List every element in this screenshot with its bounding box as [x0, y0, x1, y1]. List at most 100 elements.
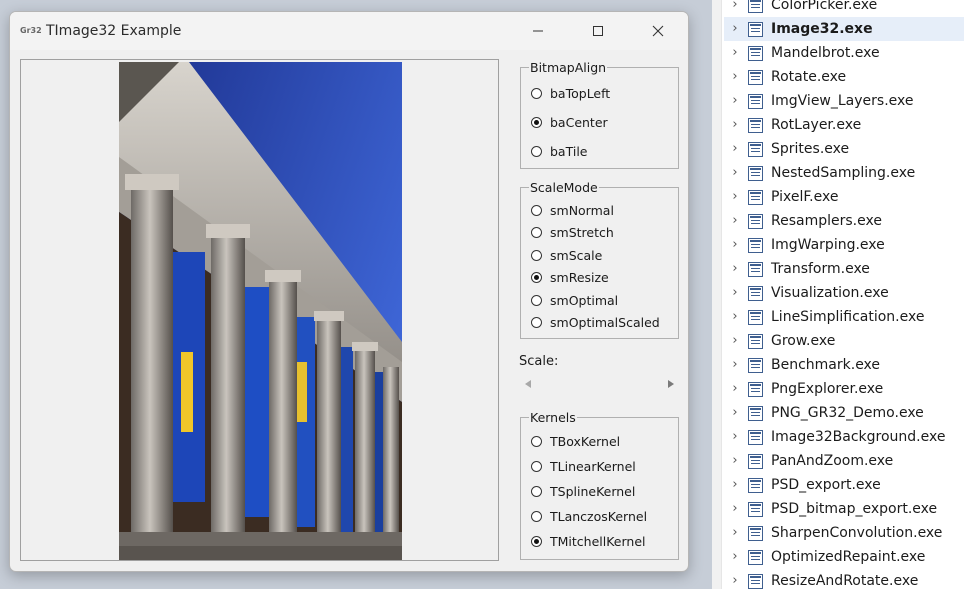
title-bar[interactable]: Gr32 TImage32 Example [10, 12, 688, 50]
radio-smStretch[interactable]: smStretch [531, 224, 614, 242]
maximize-button[interactable] [568, 12, 628, 50]
radio-unchecked-icon [531, 510, 542, 522]
file-name: Rotate.exe [771, 69, 847, 85]
scroll-left-arrow-icon[interactable] [523, 379, 533, 389]
chevron-right-icon[interactable]: › [730, 166, 740, 180]
chevron-right-icon[interactable]: › [730, 142, 740, 156]
chevron-right-icon[interactable]: › [730, 454, 740, 468]
bitmapalign-title: BitmapAlign [529, 60, 608, 75]
file-row[interactable]: › ColorPicker.exe [724, 0, 964, 17]
radio-baTile[interactable]: baTile [531, 142, 587, 160]
chevron-right-icon[interactable]: › [730, 238, 740, 252]
file-row[interactable]: › ImgView_Layers.exe [724, 89, 964, 113]
file-row[interactable]: › NestedSampling.exe [724, 161, 964, 185]
radio-label: smOptimal [550, 292, 619, 308]
radio-TBoxKernel[interactable]: TBoxKernel [531, 432, 620, 450]
chevron-right-icon[interactable]: › [730, 430, 740, 444]
chevron-right-icon[interactable]: › [730, 310, 740, 324]
radio-label: TMitchellKernel [550, 533, 646, 549]
radio-smScale[interactable]: smScale [531, 246, 602, 264]
explorer-scrollbar[interactable] [712, 0, 722, 589]
radio-smResize[interactable]: smResize [531, 269, 609, 287]
file-row[interactable]: › Benchmark.exe [724, 353, 964, 377]
file-explorer-pane: › ColorPicker.exe › Image32.exe › Mandelbrot.… [712, 0, 964, 589]
image32-view[interactable] [20, 59, 499, 561]
chevron-right-icon[interactable]: › [730, 478, 740, 492]
executable-file-icon [748, 477, 763, 493]
chevron-right-icon[interactable]: › [730, 46, 740, 60]
file-row[interactable]: › PSD_export.exe [724, 473, 964, 497]
file-row[interactable]: › PNG_GR32_Demo.exe [724, 401, 964, 425]
radio-smOptimal[interactable]: smOptimal [531, 291, 618, 309]
chevron-right-icon[interactable]: › [730, 214, 740, 228]
chevron-right-icon[interactable]: › [730, 574, 740, 588]
file-name: ColorPicker.exe [771, 0, 878, 13]
radio-TMitchellKernel[interactable]: TMitchellKernel [531, 532, 646, 550]
file-row[interactable]: › Image32.exe [724, 17, 964, 41]
chevron-right-icon[interactable]: › [730, 22, 740, 36]
file-row[interactable]: › Sprites.exe [724, 137, 964, 161]
file-row[interactable]: › Grow.exe [724, 329, 964, 353]
chevron-right-icon[interactable]: › [730, 262, 740, 276]
file-name: Image32Background.exe [771, 429, 946, 445]
file-row[interactable]: › Rotate.exe [724, 65, 964, 89]
file-row[interactable]: › ResizeAndRotate.exe [724, 569, 964, 589]
file-row[interactable]: › Resamplers.exe [724, 209, 964, 233]
file-row[interactable]: › PngExplorer.exe [724, 377, 964, 401]
bitmap-photo-building-columns [119, 62, 402, 560]
close-icon [652, 25, 664, 37]
file-row[interactable]: › Transform.exe [724, 257, 964, 281]
file-row[interactable]: › Mandelbrot.exe [724, 41, 964, 65]
file-name: Grow.exe [771, 333, 836, 349]
radio-smOptimalScaled[interactable]: smOptimalScaled [531, 314, 660, 332]
radio-smNormal[interactable]: smNormal [531, 201, 614, 219]
scale-scrollbar[interactable] [520, 376, 679, 392]
radio-baTopLeft[interactable]: baTopLeft [531, 84, 610, 102]
file-name: Benchmark.exe [771, 357, 881, 373]
executable-file-icon [748, 429, 763, 445]
file-name: ResizeAndRotate.exe [771, 573, 919, 589]
minimize-button[interactable] [508, 12, 568, 50]
chevron-right-icon[interactable]: › [730, 190, 740, 204]
file-row[interactable]: › RotLayer.exe [724, 113, 964, 137]
file-name: Resamplers.exe [771, 213, 882, 229]
chevron-right-icon[interactable]: › [730, 118, 740, 132]
file-name: PSD_bitmap_export.exe [771, 501, 938, 517]
file-row[interactable]: › PixelF.exe [724, 185, 964, 209]
radio-TSplineKernel[interactable]: TSplineKernel [531, 482, 635, 500]
chevron-right-icon[interactable]: › [730, 94, 740, 108]
file-name: Image32.exe [771, 21, 873, 37]
file-row[interactable]: › Image32Background.exe [724, 425, 964, 449]
file-row[interactable]: › PSD_bitmap_export.exe [724, 497, 964, 521]
executable-file-icon [748, 453, 763, 469]
executable-file-icon [748, 0, 763, 13]
chevron-right-icon[interactable]: › [730, 358, 740, 372]
chevron-right-icon[interactable]: › [730, 550, 740, 564]
file-row[interactable]: › SharpenConvolution.exe [724, 521, 964, 545]
file-row[interactable]: › LineSimplification.exe [724, 305, 964, 329]
chevron-right-icon[interactable]: › [730, 406, 740, 420]
scroll-right-arrow-icon[interactable] [666, 379, 676, 389]
radio-label: smResize [550, 270, 609, 285]
chevron-right-icon[interactable]: › [730, 526, 740, 540]
executable-file-icon [748, 285, 763, 301]
executable-file-icon [748, 309, 763, 325]
chevron-right-icon[interactable]: › [730, 382, 740, 396]
file-row[interactable]: › Visualization.exe [724, 281, 964, 305]
chevron-right-icon[interactable]: › [730, 0, 740, 12]
radio-label: TSplineKernel [550, 483, 636, 499]
close-button[interactable] [628, 12, 688, 50]
chevron-right-icon[interactable]: › [730, 502, 740, 516]
chevron-right-icon[interactable]: › [730, 334, 740, 348]
file-row[interactable]: › ImgWarping.exe [724, 233, 964, 257]
radio-baCenter[interactable]: baCenter [531, 113, 608, 131]
file-name: ImgView_Layers.exe [771, 93, 914, 109]
file-name: Visualization.exe [771, 285, 889, 301]
radio-TLanczosKernel[interactable]: TLanczosKernel [531, 507, 647, 525]
file-row[interactable]: › PanAndZoom.exe [724, 449, 964, 473]
executable-file-icon [748, 501, 763, 517]
file-row[interactable]: › OptimizedRepaint.exe [724, 545, 964, 569]
chevron-right-icon[interactable]: › [730, 70, 740, 84]
radio-TLinearKernel[interactable]: TLinearKernel [531, 457, 636, 475]
chevron-right-icon[interactable]: › [730, 286, 740, 300]
